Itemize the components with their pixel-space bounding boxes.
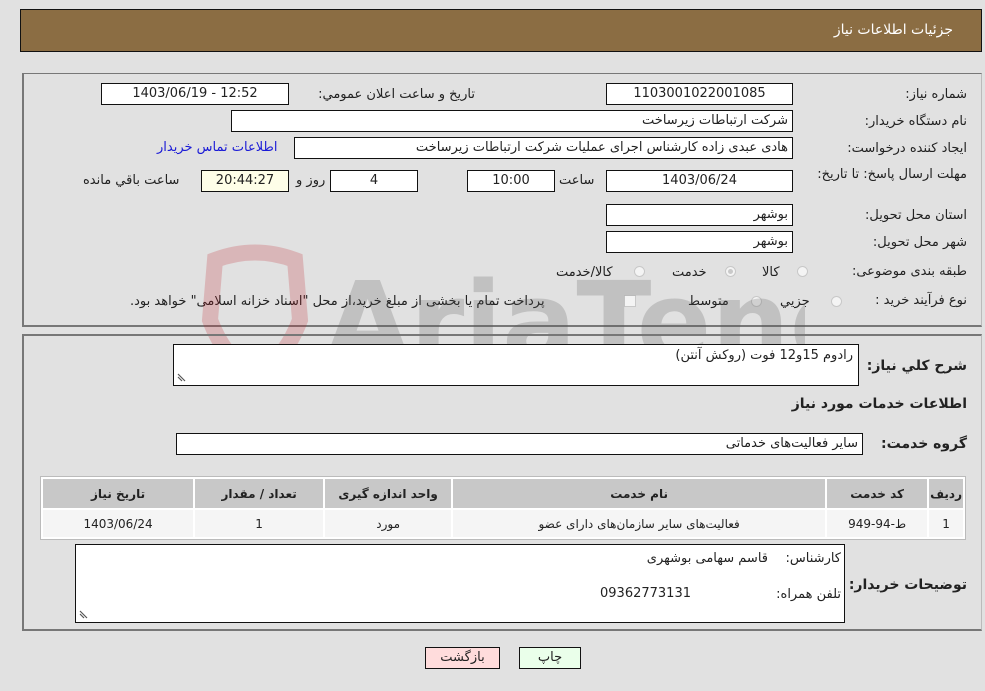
days-remaining-field: 4 bbox=[330, 170, 418, 192]
cell-row-number: 1 bbox=[929, 510, 963, 537]
need-number-field: 1103001022001085 bbox=[606, 83, 793, 105]
table-row: 1 ط-94-949 فعالیت‌های سایر سازمان‌های دا… bbox=[43, 510, 963, 537]
col-row-number: ردیف bbox=[929, 479, 963, 508]
phone-label: تلفن همراه: bbox=[776, 587, 841, 602]
purchase-radio-medium[interactable] bbox=[751, 296, 762, 307]
buyer-org-label: نام دستگاه خریدار: bbox=[864, 114, 967, 129]
category-option-goods: کالا bbox=[762, 265, 780, 280]
need-number-label: شماره نیاز: bbox=[905, 87, 967, 102]
cell-service-code: ط-94-949 bbox=[827, 510, 928, 537]
category-option-goods-service: کالا/خدمت bbox=[556, 265, 613, 280]
treasury-note: پرداخت تمام یا بخشی از مبلغ خرید،از محل … bbox=[130, 294, 545, 309]
deadline-label: مهلت ارسال پاسخ: تا تاریخ: bbox=[817, 167, 967, 182]
cell-need-date: 1403/06/24 bbox=[43, 510, 194, 537]
col-service-code: کد خدمت bbox=[827, 479, 928, 508]
announce-datetime-field: 1403/06/19 - 12:52 bbox=[101, 83, 289, 105]
city-field: بوشهر bbox=[606, 231, 793, 253]
back-button[interactable]: بازگشت bbox=[425, 647, 500, 669]
description-textarea[interactable]: رادوم 15و12 فوت (روکش آنتن) bbox=[173, 344, 859, 386]
days-label: روز و bbox=[296, 173, 326, 188]
col-unit: واحد اندازه گیری bbox=[325, 479, 452, 508]
print-button[interactable]: چاپ bbox=[519, 647, 581, 669]
category-label: طبقه بندی موضوعی: bbox=[851, 264, 967, 279]
services-table: ردیف کد خدمت نام خدمت واحد اندازه گیری ت… bbox=[40, 476, 966, 540]
service-group-field: سایر فعالیت‌های خدماتی bbox=[176, 433, 863, 455]
services-title: اطلاعات خدمات مورد نیاز bbox=[791, 396, 967, 412]
buyer-contact-link[interactable]: اطلاعات تماس خریدار bbox=[157, 140, 277, 155]
category-radio-goods-service[interactable] bbox=[634, 266, 645, 277]
cell-unit: مورد bbox=[325, 510, 452, 537]
expert-name: قاسم سهامی بوشهری bbox=[646, 551, 768, 566]
deadline-date-field: 1403/06/24 bbox=[606, 170, 793, 192]
time-remaining-label: ساعت باقي مانده bbox=[83, 173, 180, 188]
description-label: شرح كلي نیاز: bbox=[866, 358, 967, 374]
cell-service-name: فعالیت‌های سایر سازمان‌های دارای عضو bbox=[453, 510, 826, 537]
col-quantity: تعداد / مقدار bbox=[195, 479, 324, 508]
announce-datetime-label: تاریخ و ساعت اعلان عمومي: bbox=[318, 87, 475, 102]
page-header: جزئیات اطلاعات نیاز bbox=[20, 9, 982, 52]
purchase-option-minor: جزيي bbox=[780, 294, 810, 309]
phone-value: 09362773131 bbox=[600, 586, 691, 601]
purchase-type-label: نوع فرآیند خرید : bbox=[875, 293, 967, 308]
category-radio-service[interactable] bbox=[725, 266, 736, 277]
requester-label: ایجاد کننده درخواست: bbox=[847, 141, 967, 156]
expert-label: کارشناس: bbox=[785, 551, 841, 566]
col-need-date: تاریخ نیاز bbox=[43, 479, 194, 508]
buyer-notes-label: توضیحات خریدار: bbox=[848, 577, 967, 593]
buyer-org-field: شرکت ارتباطات زیرساخت bbox=[231, 110, 793, 132]
cell-quantity: 1 bbox=[195, 510, 324, 537]
city-label: شهر محل تحویل: bbox=[872, 235, 967, 250]
purchase-radio-minor[interactable] bbox=[831, 296, 842, 307]
requester-field: هادی عبدی زاده کارشناس اجرای عملیات شرکت… bbox=[294, 137, 793, 159]
table-header-row: ردیف کد خدمت نام خدمت واحد اندازه گیری ت… bbox=[43, 479, 963, 508]
page-title: جزئیات اطلاعات نیاز bbox=[833, 22, 953, 38]
category-radio-goods[interactable] bbox=[797, 266, 808, 277]
purchase-option-medium: متوسط bbox=[688, 294, 729, 309]
category-option-service: خدمت bbox=[672, 265, 707, 280]
deadline-time-label: ساعت bbox=[559, 173, 595, 188]
description-text: رادوم 15و12 فوت (روکش آنتن) bbox=[675, 348, 853, 363]
service-group-label: گروه خدمت: bbox=[881, 436, 967, 452]
treasury-checkbox[interactable] bbox=[624, 295, 636, 307]
buyer-notes-textarea[interactable]: کارشناس: قاسم سهامی بوشهری تلفن همراه: 0… bbox=[75, 544, 845, 623]
col-service-name: نام خدمت bbox=[453, 479, 826, 508]
resize-grip-icon[interactable] bbox=[177, 372, 187, 382]
time-remaining-field: 20:44:27 bbox=[201, 170, 289, 192]
resize-grip-icon[interactable] bbox=[79, 609, 89, 619]
province-label: استان محل تحویل: bbox=[865, 208, 967, 223]
province-field: بوشهر bbox=[606, 204, 793, 226]
deadline-time-field: 10:00 bbox=[467, 170, 555, 192]
